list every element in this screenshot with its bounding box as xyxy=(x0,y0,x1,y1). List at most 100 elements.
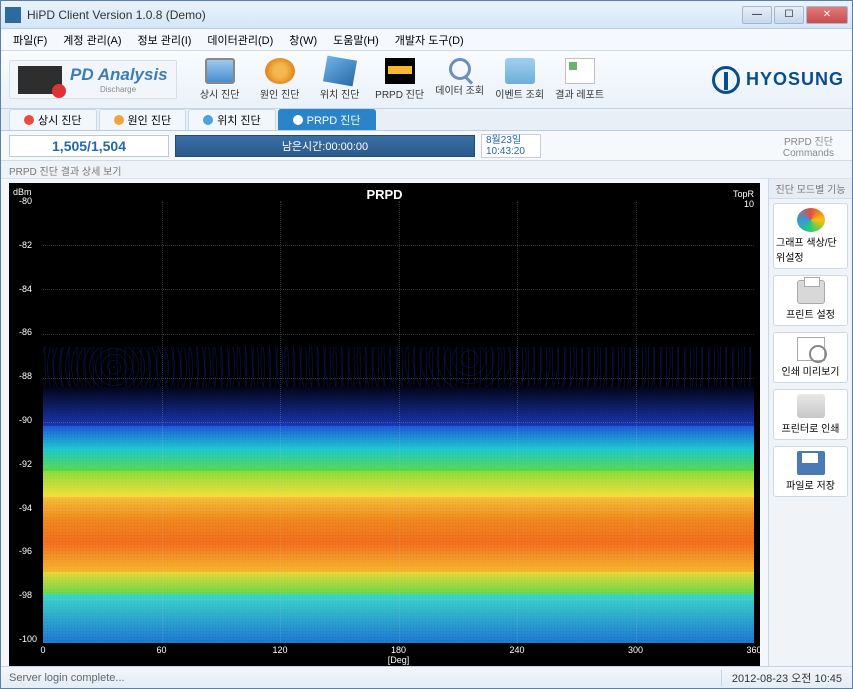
menu-data[interactable]: 데이터관리(D) xyxy=(199,30,281,50)
dot-icon xyxy=(203,115,213,125)
brand-text: HYOSUNG xyxy=(746,69,844,90)
toolbar: PD Analysis Discharge 상시 진단 원인 진단 위치 진단 … xyxy=(1,51,852,109)
toolbar-report[interactable]: 결과 레포트 xyxy=(551,56,609,103)
tab-label: 위치 진단 xyxy=(217,112,261,128)
date-bottom: 10:43:20 xyxy=(486,146,536,157)
close-button[interactable]: ✕ xyxy=(806,6,848,24)
x-tick: 60 xyxy=(156,645,166,655)
prpd-icon xyxy=(385,58,415,84)
menu-dev[interactable]: 개발자 도구(D) xyxy=(387,30,472,50)
grid-line xyxy=(43,422,754,423)
toolbar-realtime[interactable]: 상시 진단 xyxy=(191,56,249,103)
y-tick: -98 xyxy=(19,590,32,600)
cube-icon xyxy=(323,56,357,87)
toolbar-position[interactable]: 위치 진단 xyxy=(311,56,369,103)
cmd-top: PRPD 진단 xyxy=(783,133,834,148)
side-label: 프린터로 인쇄 xyxy=(782,420,840,435)
plot-area xyxy=(43,201,754,643)
printer-icon xyxy=(797,394,825,418)
y-tick: -82 xyxy=(19,240,32,250)
toolbar-event-query[interactable]: 이벤트 조회 xyxy=(491,56,549,103)
pd-analysis-sub: Discharge xyxy=(100,85,168,94)
y-tick: -92 xyxy=(19,459,32,469)
menu-account[interactable]: 계정 관리(A) xyxy=(55,30,129,50)
y-tick: -100 xyxy=(19,634,37,644)
status-message: Server login complete... xyxy=(1,672,721,684)
dot-icon xyxy=(293,115,303,125)
chart-title: PRPD xyxy=(366,187,402,202)
date-top: 8월23일 xyxy=(486,135,536,146)
report-icon xyxy=(565,58,595,84)
tab-realtime[interactable]: 상시 진단 xyxy=(9,109,97,130)
tab-label: 상시 진단 xyxy=(38,112,82,128)
brand-logo: HYOSUNG xyxy=(712,66,844,94)
minimize-button[interactable]: — xyxy=(742,6,772,24)
grid-line xyxy=(43,245,754,246)
tab-prpd[interactable]: PRPD 진단 xyxy=(278,109,376,130)
y-tick: -90 xyxy=(19,415,32,425)
main-area: PRPD TopR 10 dBm -80-82-84-86-88-90-92-9… xyxy=(1,179,852,673)
x-axis-unit: [Deg] xyxy=(388,655,410,665)
dot-icon xyxy=(114,115,124,125)
chart-topR-label: TopR xyxy=(733,189,754,199)
hyosung-icon xyxy=(712,66,740,94)
tab-position[interactable]: 위치 진단 xyxy=(188,109,276,130)
pd-analysis-box: PD Analysis Discharge xyxy=(9,60,177,99)
y-tick: -94 xyxy=(19,503,32,513)
y-tick: -84 xyxy=(19,284,32,294)
tab-bar: 상시 진단 원인 진단 위치 진단 PRPD 진단 xyxy=(1,109,852,131)
x-tick: 240 xyxy=(509,645,524,655)
x-tick: 0 xyxy=(40,645,45,655)
status-clock: 2012-08-23 오전 10:45 xyxy=(721,670,852,686)
side-btn-color[interactable]: 그래프 색상/단위설정 xyxy=(773,203,848,269)
status-row: 1,505/1,504 남은시간:00:00:00 8월23일 10:43:20… xyxy=(1,131,852,161)
menu-help[interactable]: 도움말(H) xyxy=(325,30,387,50)
x-tick: 120 xyxy=(272,645,287,655)
side-btn-preview[interactable]: 인쇄 미리보기 xyxy=(773,332,848,383)
toolbar-prpd[interactable]: PRPD 진단 xyxy=(371,56,429,103)
menu-file[interactable]: 파일(F) xyxy=(5,30,55,50)
prpd-chart[interactable]: PRPD TopR 10 dBm -80-82-84-86-88-90-92-9… xyxy=(9,183,760,669)
x-tick: 300 xyxy=(628,645,643,655)
chart-container: PRPD TopR 10 dBm -80-82-84-86-88-90-92-9… xyxy=(1,179,768,673)
grid-line xyxy=(43,334,754,335)
remaining-time-bar: 남은시간:00:00:00 xyxy=(175,135,475,157)
section-subheader: PRPD 진단 결과 상세 보기 xyxy=(1,161,852,179)
menu-bar: 파일(F) 계정 관리(A) 정보 관리(I) 데이터관리(D) 창(W) 도움… xyxy=(1,29,852,51)
grid-line xyxy=(43,289,754,290)
side-panel: 진단 모드별 기능 그래프 색상/단위설정 프린트 설정 인쇄 미리보기 프린터… xyxy=(768,179,852,673)
app-icon xyxy=(5,7,21,23)
toolbar-label: 이벤트 조회 xyxy=(495,86,544,101)
x-axis: [Deg] 060120180240300360 xyxy=(43,643,754,665)
magnifier-icon xyxy=(449,58,471,80)
palette-icon xyxy=(797,208,825,232)
tab-cause[interactable]: 원인 진단 xyxy=(99,109,187,130)
window-titlebar: HiPD Client Version 1.0.8 (Demo) — ☐ ✕ xyxy=(1,1,852,29)
y-tick: -96 xyxy=(19,546,32,556)
menu-window[interactable]: 창(W) xyxy=(281,30,325,50)
counter-display: 1,505/1,504 xyxy=(9,135,169,157)
y-tick: -86 xyxy=(19,327,32,337)
toolbar-label: 결과 레포트 xyxy=(555,86,604,101)
monitor-icon xyxy=(205,58,235,84)
dot-icon xyxy=(24,115,34,125)
menu-info[interactable]: 정보 관리(I) xyxy=(130,30,200,50)
side-label: 인쇄 미리보기 xyxy=(782,363,840,378)
side-header: 진단 모드별 기능 xyxy=(769,179,852,199)
maximize-button[interactable]: ☐ xyxy=(774,6,804,24)
y-tick: -80 xyxy=(19,196,32,206)
y-axis: dBm -80-82-84-86-88-90-92-94-96-98-100 xyxy=(13,187,43,643)
side-btn-print[interactable]: 프린터로 인쇄 xyxy=(773,389,848,440)
side-btn-print-setting[interactable]: 프린트 설정 xyxy=(773,275,848,326)
toolbar-data-query[interactable]: 데이터 조회 xyxy=(431,56,489,103)
pd-analysis-icon xyxy=(18,66,62,94)
toolbar-cause[interactable]: 원인 진단 xyxy=(251,56,309,103)
y-tick: -88 xyxy=(19,371,32,381)
x-tick: 360 xyxy=(746,645,761,655)
save-icon xyxy=(797,451,825,475)
side-btn-save[interactable]: 파일로 저장 xyxy=(773,446,848,497)
print-setting-icon xyxy=(797,280,825,304)
toolbar-label: 위치 진단 xyxy=(320,86,360,101)
commands-label: PRPD 진단 Commands xyxy=(773,131,844,161)
tab-label: PRPD 진단 xyxy=(307,112,361,128)
